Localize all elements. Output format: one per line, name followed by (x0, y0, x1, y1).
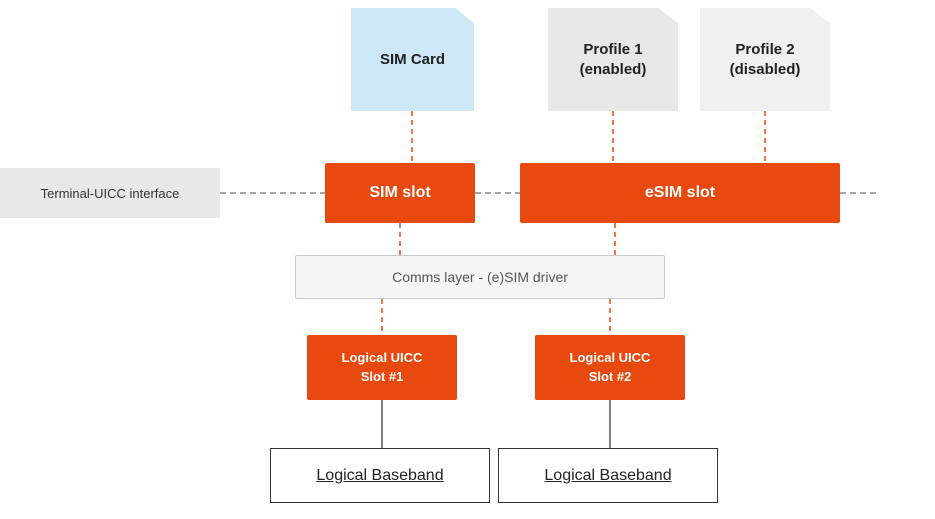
comms-layer-label: Comms layer - (e)SIM driver (392, 269, 568, 285)
terminal-uicc-bar: Terminal-UICC interface (0, 168, 220, 218)
logical-uicc-slot-1: Logical UICCSlot #1 (307, 335, 457, 400)
logical-uicc-slot-2: Logical UICCSlot #2 (535, 335, 685, 400)
profile1-box: Profile 1(enabled) (548, 8, 678, 111)
sim-card-box: SIM Card (351, 8, 474, 111)
profile1-label: Profile 1(enabled) (580, 40, 647, 79)
sim-slot-box: SIM slot (325, 163, 475, 223)
baseband-2-label: Logical Baseband (544, 467, 671, 485)
sim-card-label: SIM Card (380, 50, 445, 70)
profile2-box: Profile 2(disabled) (700, 8, 830, 111)
logical-uicc-2-label: Logical UICCSlot #2 (570, 349, 651, 385)
esim-slot-label: eSIM slot (645, 184, 715, 202)
logical-uicc-1-label: Logical UICCSlot #1 (342, 349, 423, 385)
esim-slot-box: eSIM slot (520, 163, 840, 223)
terminal-uicc-label: Terminal-UICC interface (33, 186, 188, 201)
comms-layer-box: Comms layer - (e)SIM driver (295, 255, 665, 299)
baseband-1-label: Logical Baseband (316, 467, 443, 485)
baseband-1: Logical Baseband (270, 448, 490, 503)
profile2-label: Profile 2(disabled) (730, 40, 801, 79)
diagram-container: SIM Card Profile 1(enabled) Profile 2(di… (0, 0, 935, 519)
sim-slot-label: SIM slot (369, 184, 430, 202)
baseband-2: Logical Baseband (498, 448, 718, 503)
